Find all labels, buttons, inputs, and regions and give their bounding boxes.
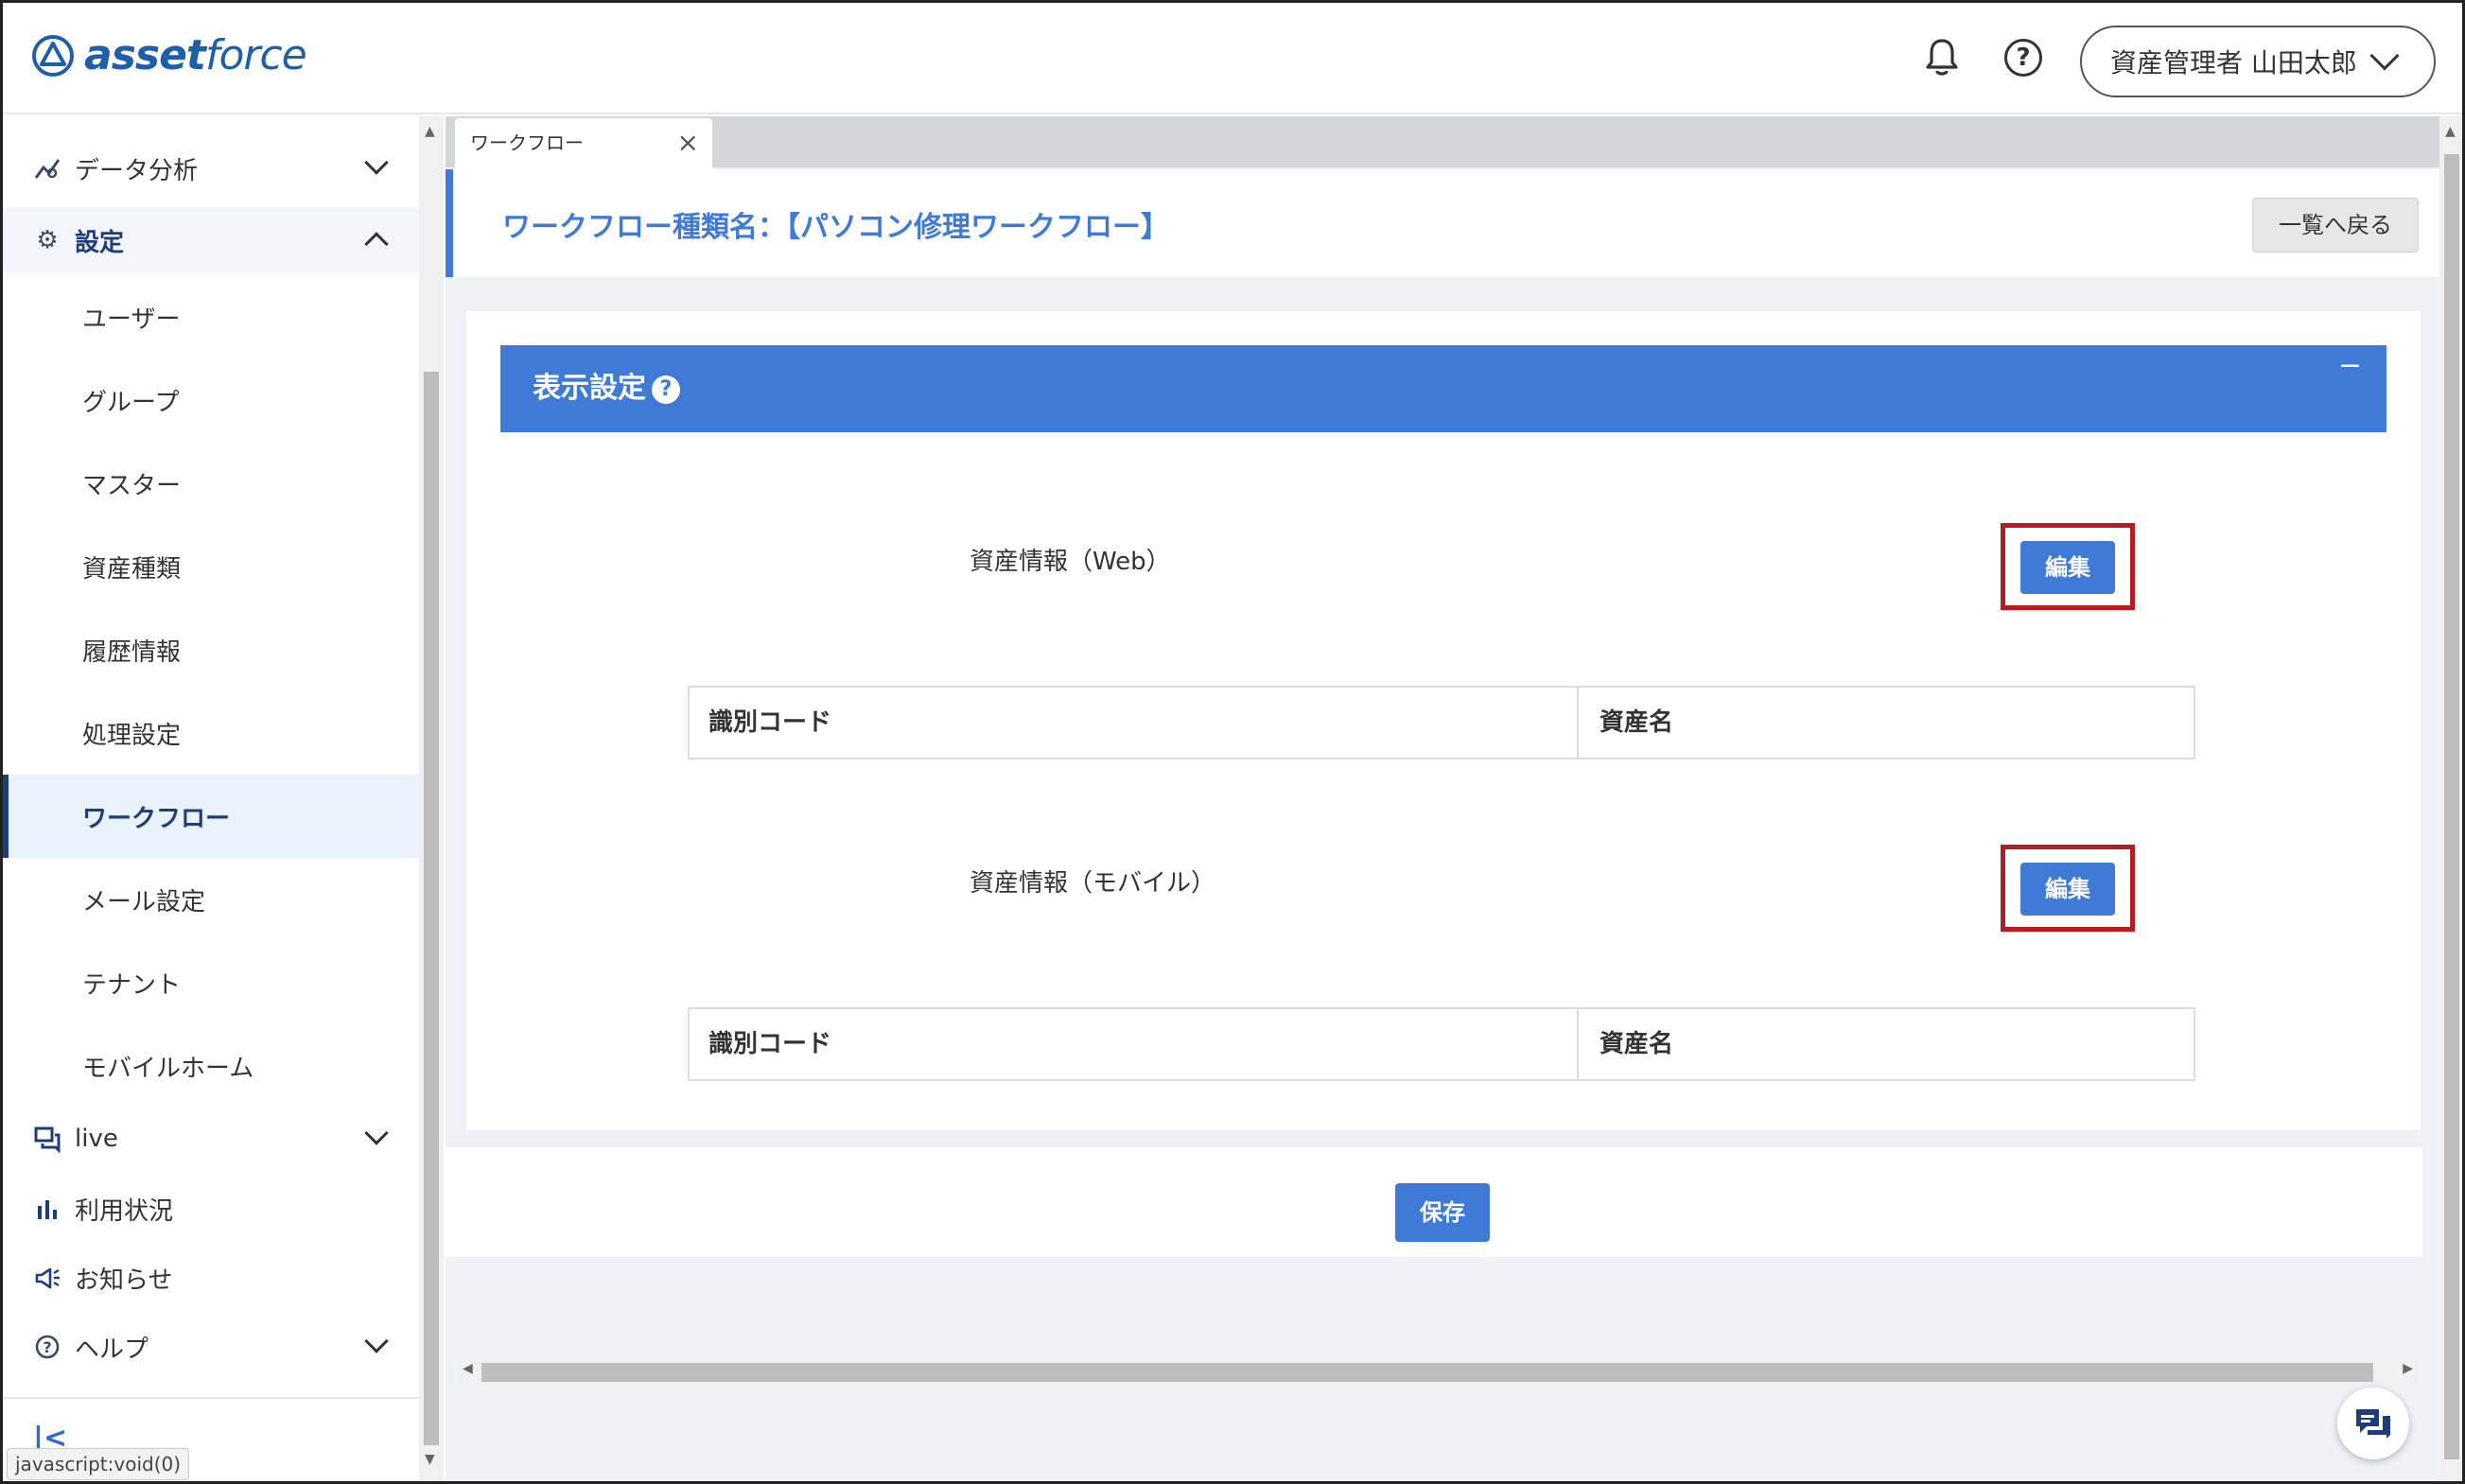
tab-workflow[interactable]: ワークフロー × [455, 118, 712, 169]
sidebar-subitem-users[interactable]: ユーザー [3, 275, 419, 358]
save-button[interactable]: 保存 [1395, 1183, 1490, 1242]
page-title: ワークフロー種類名：【パソコン修理ワークフロー】 [502, 211, 1169, 244]
section-title: 表示設定 [533, 372, 646, 405]
chat-fab-button[interactable] [2337, 1388, 2409, 1459]
horizontal-scroll-thumb[interactable] [481, 1363, 2373, 1382]
chevron-down-icon[interactable] [364, 1121, 389, 1145]
highlight-frame: 編集 [2001, 845, 2135, 932]
sidebar-item-label: データ分析 [75, 156, 199, 185]
sidebar-item-label: live [75, 1125, 118, 1153]
asset-info-mobile-label: 資産情報（モバイル） [970, 869, 1216, 898]
status-bar-url: javascript:void(0) [7, 1448, 190, 1480]
highlight-frame: 編集 [2001, 523, 2135, 610]
vertical-scrollbar[interactable]: ▲ [2439, 116, 2462, 1481]
back-to-list-button[interactable]: 一覧へ戻る [2252, 198, 2419, 253]
column-header: 識別コード [690, 688, 1579, 758]
scroll-up-arrow-icon[interactable]: ▲ [425, 124, 435, 139]
gear-icon: ⚙ [36, 226, 59, 254]
horizontal-scrollbar[interactable]: ◀ ▶ [459, 1361, 2417, 1384]
scroll-right-arrow-icon[interactable]: ▶ [2403, 1361, 2413, 1376]
sidebar-subitem-mail-settings[interactable]: メール設定 [3, 858, 419, 941]
chevron-down-icon[interactable] [364, 1329, 389, 1353]
sidebar-item-help[interactable]: ? ヘルプ [3, 1314, 419, 1380]
chevron-up-icon[interactable] [364, 232, 389, 256]
sidebar-subitem-asset-types[interactable]: 資産種類 [3, 525, 419, 608]
save-bar: 保存 [446, 1147, 2422, 1257]
display-settings-card: 表示設定? − 資産情報（Web） 編集 識別コード 資産名 資産情報（モバイル… [466, 311, 2421, 1130]
chat-icon [2356, 1409, 2390, 1439]
page-header: ワークフロー種類名：【パソコン修理ワークフロー】 一覧へ戻る [446, 169, 2441, 277]
scroll-down-arrow-icon[interactable]: ▼ [425, 1452, 435, 1467]
top-header: assetforce ? 資産管理者 山田太郎 [3, 3, 2462, 114]
logo[interactable]: assetforce [31, 31, 307, 79]
sidebar-subitem-workflow[interactable]: ワークフロー [3, 775, 419, 858]
sidebar-item-settings[interactable]: ⚙ 設定 [3, 207, 419, 273]
sidebar-subitem-mobile-home[interactable]: モバイルホーム [3, 1024, 419, 1108]
sidebar-scroll-thumb[interactable] [424, 372, 439, 1445]
column-header: 識別コード [690, 1009, 1579, 1079]
analytics-icon [34, 159, 61, 179]
app-window: assetforce ? 資産管理者 山田太郎 データ分析 ⚙ 設定 ユーザー … [0, 0, 2465, 1484]
scroll-up-arrow-icon[interactable]: ▲ [2445, 124, 2456, 139]
sidebar-subitem-tenant[interactable]: テナント [3, 941, 419, 1024]
sidebar-item-label: 利用状況 [75, 1196, 174, 1226]
mobile-columns-table: 識別コード 資産名 [688, 1007, 2195, 1081]
chevron-down-icon[interactable] [364, 150, 389, 175]
sidebar-item-label: お知らせ [75, 1266, 173, 1295]
sidebar-subitem-history[interactable]: 履歴情報 [3, 608, 419, 691]
asset-info-web-label: 資産情報（Web） [970, 548, 1171, 576]
edit-web-button[interactable]: 編集 [2020, 541, 2115, 594]
megaphone-icon [35, 1267, 60, 1289]
logo-text: assetforce [84, 31, 307, 79]
help-circle-icon: ? [35, 1335, 60, 1359]
section-header[interactable]: 表示設定? − [500, 345, 2386, 432]
sidebar-item-label: ヘルプ [75, 1335, 149, 1364]
collapse-icon[interactable]: − [2338, 345, 2362, 387]
bar-chart-icon [38, 1200, 57, 1219]
scroll-left-arrow-icon[interactable]: ◀ [463, 1361, 473, 1376]
bell-icon[interactable] [1923, 37, 1961, 79]
sidebar-item-usage[interactable]: 利用状況 [3, 1176, 419, 1242]
edit-mobile-button[interactable]: 編集 [2020, 863, 2115, 916]
chevron-down-icon [2369, 41, 2400, 71]
column-header: 資産名 [1600, 708, 1674, 737]
close-icon[interactable]: × [677, 118, 699, 167]
sidebar-subitem-groups[interactable]: グループ [3, 358, 419, 442]
web-columns-table: 識別コード 資産名 [688, 686, 2195, 759]
column-header: 資産名 [1600, 1030, 1674, 1058]
main-content: ワークフロー × ワークフロー種類名：【パソコン修理ワークフロー】 一覧へ戻る … [446, 116, 2441, 1481]
sidebar-scrollbar[interactable]: ▲ ▼ [419, 116, 444, 1481]
sidebar-item-news[interactable]: お知らせ [3, 1245, 419, 1311]
sidebar-subitem-process-settings[interactable]: 処理設定 [3, 691, 419, 775]
sidebar-item-data-analysis[interactable]: データ分析 [3, 135, 419, 201]
sidebar-item-label: 設定 [75, 228, 125, 257]
tab-bar: ワークフロー × [446, 116, 2441, 169]
user-name: 資産管理者 山田太郎 [2110, 47, 2357, 79]
sidebar-subitem-master[interactable]: マスター [3, 442, 419, 525]
user-menu[interactable]: 資産管理者 山田太郎 [2080, 26, 2436, 97]
tab-label: ワークフロー [470, 131, 584, 154]
svg-text:?: ? [43, 1338, 51, 1356]
sidebar: データ分析 ⚙ 設定 ユーザー グループ マスター 資産種類 履歴情報 処理設定… [3, 116, 419, 1481]
sidebar-divider [3, 1397, 419, 1399]
help-icon[interactable]: ? [2004, 39, 2042, 77]
vertical-scroll-thumb[interactable] [2444, 154, 2459, 1459]
logo-mark-icon [32, 34, 74, 77]
help-icon[interactable]: ? [652, 375, 680, 404]
sidebar-item-live[interactable]: live [3, 1106, 419, 1172]
chat-icon [34, 1126, 61, 1153]
